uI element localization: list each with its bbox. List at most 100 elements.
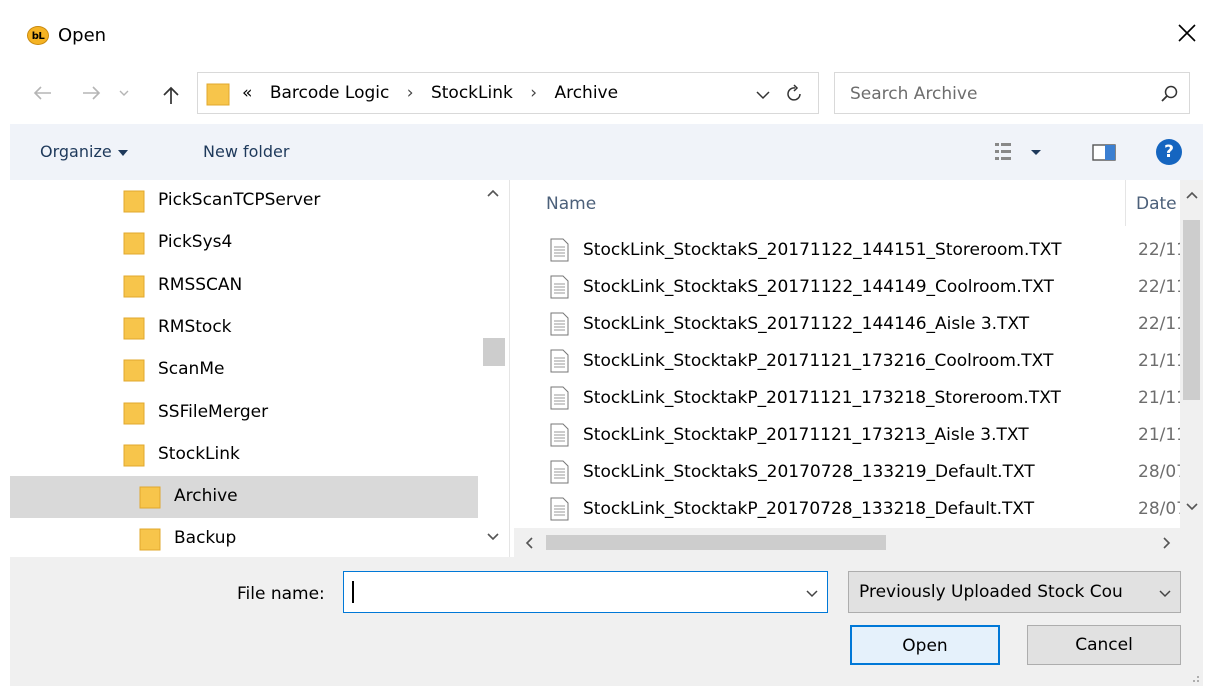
text-file-icon bbox=[550, 349, 569, 373]
recent-locations-button[interactable] bbox=[113, 78, 137, 108]
text-file-icon bbox=[550, 238, 569, 262]
nav-folder-label: StockLink bbox=[158, 443, 240, 464]
dialog-footer: File name: Previously Uploaded Stock Cou… bbox=[10, 557, 1203, 686]
file-date: 21/11 bbox=[1138, 351, 1186, 371]
close-button[interactable] bbox=[1165, 14, 1209, 54]
folder-icon bbox=[123, 359, 145, 382]
chevron-down-icon[interactable] bbox=[804, 588, 820, 600]
nav-folder-item[interactable]: ScanMe bbox=[10, 349, 478, 391]
file-type-select[interactable]: Previously Uploaded Stock Cou bbox=[848, 571, 1181, 613]
breadcrumb-separator[interactable]: › bbox=[407, 83, 414, 103]
file-name: StockLink_StocktakS_20170728_133219_Defa… bbox=[583, 462, 1035, 482]
file-row[interactable]: StockLink_StocktakP_20171121_173218_Stor… bbox=[536, 381, 1186, 418]
caret-down-icon bbox=[117, 149, 128, 156]
view-options-icon[interactable] bbox=[993, 140, 1049, 164]
address-dropdown-icon[interactable] bbox=[753, 86, 773, 104]
column-divider[interactable] bbox=[1125, 180, 1126, 226]
nav-scrollbar[interactable] bbox=[480, 180, 508, 557]
file-row[interactable]: StockLink_StocktakS_20171122_144146_Aisl… bbox=[536, 307, 1186, 344]
search-input[interactable]: Search Archive bbox=[834, 72, 1190, 114]
help-button[interactable]: ? bbox=[1156, 139, 1182, 165]
breadcrumb-separator[interactable]: › bbox=[530, 83, 537, 103]
chevron-down-icon bbox=[119, 90, 129, 96]
file-name-input[interactable] bbox=[343, 571, 828, 613]
back-button[interactable] bbox=[28, 78, 58, 108]
file-name: StockLink_StocktakS_20171122_144146_Aisl… bbox=[583, 314, 1030, 334]
file-name: StockLink_StocktakS_20171122_144151_Stor… bbox=[583, 240, 1062, 260]
file-list: Name Date StockLink_StocktakS_20171122_1… bbox=[514, 180, 1203, 557]
text-file-icon bbox=[550, 497, 569, 521]
file-date: 21/11 bbox=[1138, 425, 1186, 445]
search-icon[interactable] bbox=[1160, 84, 1180, 104]
file-row[interactable]: StockLink_StocktakS_20171122_144149_Cool… bbox=[536, 270, 1186, 307]
horizontal-scroll-thumb[interactable] bbox=[546, 535, 886, 550]
nav-folder-label: Archive bbox=[174, 486, 238, 507]
scroll-up-icon[interactable] bbox=[1185, 190, 1199, 200]
cancel-button[interactable]: Cancel bbox=[1027, 625, 1181, 665]
close-icon bbox=[1178, 24, 1196, 42]
folder-icon bbox=[139, 528, 161, 551]
scroll-right-icon[interactable] bbox=[1162, 536, 1172, 550]
nav-folder-label: SSFileMerger bbox=[158, 401, 269, 422]
forward-button[interactable] bbox=[76, 78, 106, 108]
up-button[interactable] bbox=[156, 78, 186, 108]
organize-label: Organize bbox=[40, 142, 112, 161]
file-row[interactable]: StockLink_StocktakS_20170728_133219_Defa… bbox=[536, 455, 1186, 492]
nav-folder-label: Backup bbox=[174, 528, 237, 549]
breadcrumb-stocklink[interactable]: StockLink bbox=[431, 83, 513, 103]
nav-folder-item[interactable]: Archive bbox=[10, 476, 478, 519]
file-row[interactable]: StockLink_StocktakP_20170728_133218_Defa… bbox=[536, 492, 1186, 529]
breadcrumb: « Barcode Logic › StockLink › Archive bbox=[242, 83, 630, 103]
scroll-down-icon[interactable] bbox=[486, 532, 500, 542]
scroll-up-icon[interactable] bbox=[486, 188, 500, 198]
column-header-date[interactable]: Date bbox=[1136, 194, 1177, 214]
address-bar[interactable]: « Barcode Logic › StockLink › Archive bbox=[197, 72, 819, 114]
file-row[interactable]: StockLink_StocktakS_20171122_144151_Stor… bbox=[536, 233, 1186, 270]
forward-arrow-icon bbox=[83, 86, 101, 100]
text-file-icon bbox=[550, 312, 569, 336]
open-button[interactable]: Open bbox=[850, 625, 1000, 665]
folder-icon bbox=[123, 317, 145, 340]
refresh-icon[interactable] bbox=[783, 83, 807, 105]
new-folder-button[interactable]: New folder bbox=[203, 142, 289, 161]
nav-folder-item[interactable]: StockLink bbox=[10, 434, 478, 476]
vertical-scroll-thumb[interactable] bbox=[1183, 220, 1200, 400]
file-list-horizontal-scrollbar[interactable] bbox=[514, 528, 1180, 557]
organize-button[interactable]: Organize bbox=[40, 142, 128, 161]
nav-folder-item[interactable]: RMStock bbox=[10, 307, 478, 349]
folder-icon bbox=[123, 232, 145, 255]
nav-folder-item[interactable]: RMSSCAN bbox=[10, 265, 478, 307]
scroll-left-icon[interactable] bbox=[524, 536, 534, 550]
file-date: 22/11 bbox=[1138, 277, 1186, 297]
nav-scroll-thumb[interactable] bbox=[483, 338, 505, 366]
breadcrumb-barcode-logic[interactable]: Barcode Logic bbox=[270, 83, 390, 103]
file-date: 28/07 bbox=[1138, 462, 1186, 482]
chevron-down-icon bbox=[1159, 590, 1171, 598]
folder-icon bbox=[123, 444, 145, 467]
scroll-down-icon[interactable] bbox=[1185, 502, 1199, 512]
file-name: StockLink_StocktakP_20171121_173213_Aisl… bbox=[583, 425, 1029, 445]
column-header-name[interactable]: Name bbox=[546, 194, 596, 214]
title-bar: bL Open bbox=[0, 0, 1213, 64]
nav-folder-item[interactable]: PickScanTCPServer bbox=[10, 180, 478, 222]
breadcrumb-archive[interactable]: Archive bbox=[554, 83, 618, 103]
folder-icon bbox=[123, 402, 145, 424]
up-arrow-icon bbox=[163, 86, 179, 104]
text-file-icon bbox=[550, 275, 569, 299]
nav-folder-item[interactable]: Backup bbox=[10, 518, 478, 560]
folder-icon bbox=[123, 275, 145, 298]
preview-pane-icon[interactable] bbox=[1089, 140, 1119, 164]
nav-folder-label: ScanMe bbox=[158, 359, 225, 380]
file-name: StockLink_StocktakP_20171121_173218_Stor… bbox=[583, 388, 1061, 408]
nav-folder-item[interactable]: PickSys4 bbox=[10, 222, 478, 264]
nav-folder-item[interactable]: SSFileMerger bbox=[10, 392, 478, 434]
breadcrumb-overflow[interactable]: « bbox=[242, 83, 252, 103]
file-date: 22/11 bbox=[1138, 240, 1186, 260]
file-list-vertical-scrollbar[interactable] bbox=[1180, 180, 1203, 528]
file-name: StockLink_StocktakP_20170728_133218_Defa… bbox=[583, 499, 1035, 519]
nav-folder-label: PickSys4 bbox=[158, 232, 233, 253]
file-row[interactable]: StockLink_StocktakP_20171121_173216_Cool… bbox=[536, 344, 1186, 381]
scrollbar-corner bbox=[1180, 528, 1203, 557]
file-row[interactable]: StockLink_StocktakP_20171121_173213_Aisl… bbox=[536, 418, 1186, 455]
resize-grip-icon[interactable] bbox=[1188, 671, 1200, 683]
